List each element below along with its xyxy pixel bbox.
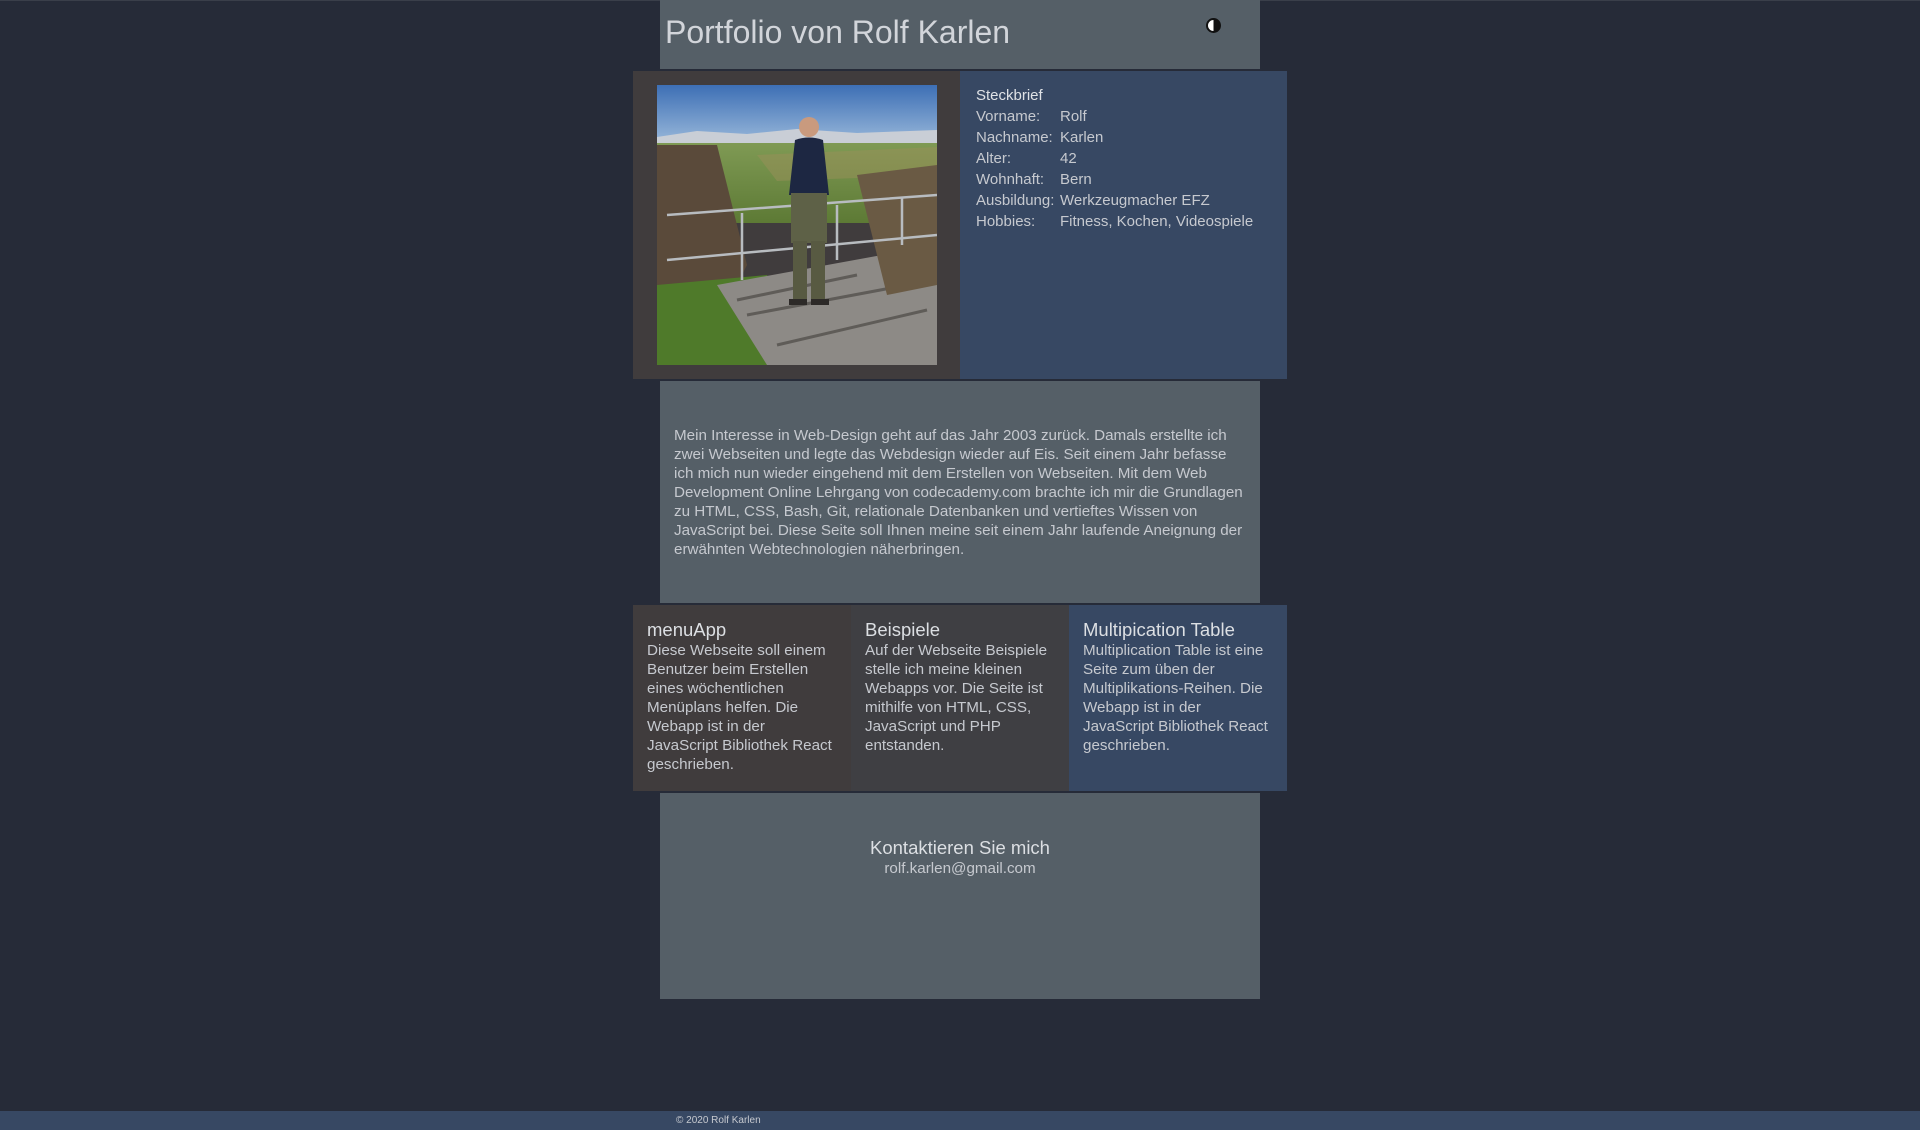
project-title[interactable]: Multipication Table [1083, 619, 1273, 641]
contact-title: Kontaktieren Sie mich [870, 837, 1050, 858]
steckbrief-row: Nachname: Karlen [976, 127, 1253, 148]
page-title: Portfolio von Rolf Karlen [665, 14, 1011, 50]
profile-section: Steckbrief Vorname: Rolf Nachname: Karle… [633, 71, 1287, 379]
steckbrief-row: Ausbildung: Werkzeugmacher EFZ [976, 190, 1253, 211]
theme-toggle-button[interactable] [1200, 12, 1226, 38]
page-footer: © 2020 Rolf Karlen [0, 1111, 1920, 1130]
steckbrief-row: Vorname: Rolf [976, 106, 1253, 127]
steckbrief-title: Steckbrief [976, 87, 1043, 104]
steckbrief-row: Wohnhaft: Bern [976, 169, 1253, 190]
project-title[interactable]: Beispiele [865, 619, 1055, 641]
project-card-beispiele[interactable]: Beispiele Auf der Webseite Beispiele ste… [851, 605, 1069, 791]
steckbrief-key: Vorname: [976, 108, 1041, 125]
steckbrief-value: Bern [1060, 171, 1092, 188]
steckbrief-key: Ausbildung: [976, 192, 1055, 209]
steckbrief-table: Vorname: Rolf Nachname: Karlen Alter: 42… [976, 106, 1253, 232]
steckbrief-key: Wohnhaft: [976, 171, 1045, 188]
project-description: Diese Webseite soll einem Benutzer beim … [647, 642, 832, 773]
contact-section: Kontaktieren Sie mich rolf.karlen@gmail.… [660, 793, 1260, 999]
steckbrief-value: 42 [1060, 150, 1077, 167]
intro-text: Mein Interesse in Web-Design geht auf da… [674, 427, 1243, 558]
project-description: Auf der Webseite Beispiele stelle ich me… [865, 642, 1048, 754]
project-title[interactable]: menuApp [647, 619, 837, 641]
steckbrief-row: Alter: 42 [976, 148, 1253, 169]
project-description: Multiplication Table ist eine Seite zum … [1083, 642, 1268, 754]
contrast-icon [1205, 17, 1221, 33]
steckbrief-value: Werkzeugmacher EFZ [1060, 192, 1210, 209]
projects-section: menuApp Diese Webseite soll einem Benutz… [633, 605, 1287, 791]
project-card-menuapp[interactable]: menuApp Diese Webseite soll einem Benutz… [633, 605, 851, 791]
copyright-text: © 2020 Rolf Karlen [676, 1115, 761, 1126]
steckbrief-value: Karlen [1060, 129, 1104, 146]
steckbrief-value: Rolf [1060, 108, 1087, 125]
contact-email-link[interactable]: rolf.karlen@gmail.com [660, 860, 1260, 877]
project-card-multiplication-table[interactable]: Multipication Table Multiplication Table… [1069, 605, 1287, 791]
intro-section: Mein Interesse in Web-Design geht auf da… [660, 381, 1260, 603]
steckbrief-row: Hobbies: Fitness, Kochen, Videospiele [976, 211, 1253, 232]
steckbrief-key: Alter: [976, 150, 1012, 167]
steckbrief-key: Hobbies: [976, 213, 1036, 230]
steckbrief-panel: Steckbrief Vorname: Rolf Nachname: Karle… [960, 71, 1287, 379]
steckbrief-value: Fitness, Kochen, Videospiele [1060, 213, 1254, 230]
steckbrief-key: Nachname: [976, 129, 1053, 146]
page-header: Portfolio von Rolf Karlen [660, 0, 1260, 69]
profile-photo [657, 85, 937, 365]
photo-panel [633, 71, 960, 379]
